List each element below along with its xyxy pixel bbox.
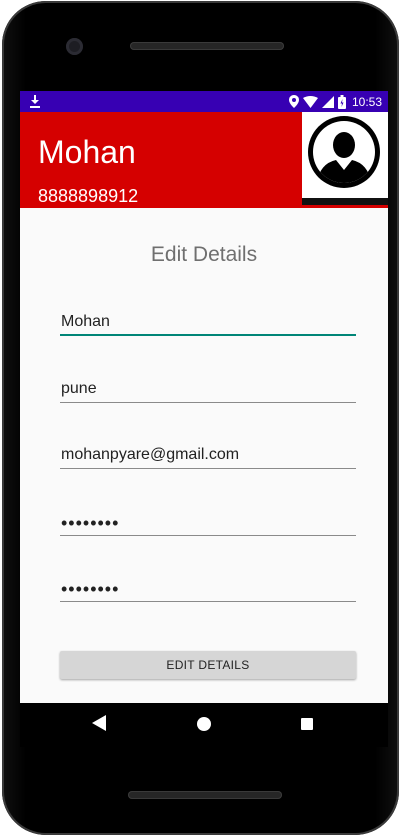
recent-apps-icon[interactable] bbox=[301, 718, 313, 730]
home-icon[interactable] bbox=[197, 717, 211, 731]
email-field-underline bbox=[60, 468, 356, 469]
front-camera bbox=[66, 38, 83, 55]
name-field[interactable]: Mohan bbox=[60, 310, 356, 336]
top-speaker bbox=[130, 42, 284, 50]
bottom-speaker bbox=[128, 791, 282, 799]
email-field-value: mohanpyare@gmail.com bbox=[61, 446, 240, 463]
form-title: Edit Details bbox=[150, 243, 258, 266]
password-field[interactable]: •••••••• bbox=[60, 510, 356, 536]
edit-details-button[interactable]: EDIT DETAILS bbox=[60, 651, 356, 679]
app-screen: 10:53 Mohan 8888898912 Edit Details Moha… bbox=[20, 91, 388, 738]
city-field-value: pune bbox=[61, 380, 97, 397]
email-field[interactable]: mohanpyare@gmail.com bbox=[60, 443, 356, 469]
avatar-caption-strip bbox=[302, 198, 388, 205]
location-icon bbox=[288, 95, 299, 108]
confirm-password-field-underline bbox=[60, 601, 356, 602]
person-silhouette-icon bbox=[308, 116, 380, 188]
city-field-underline bbox=[60, 402, 356, 403]
wifi-icon bbox=[302, 95, 318, 108]
status-time: 10:53 bbox=[351, 94, 382, 109]
profile-header: Mohan 8888898912 bbox=[20, 112, 388, 208]
password-field-value: •••••••• bbox=[61, 513, 120, 533]
navigation-bar bbox=[20, 703, 388, 747]
back-icon[interactable] bbox=[92, 715, 106, 731]
city-field[interactable]: pune bbox=[60, 377, 356, 403]
battery-icon bbox=[337, 94, 346, 109]
status-icons: 10:53 bbox=[288, 91, 382, 112]
status-bar: 10:53 bbox=[20, 91, 388, 112]
profile-phone: 8888898912 bbox=[38, 186, 139, 206]
signal-icon bbox=[321, 95, 334, 108]
password-field-underline bbox=[60, 535, 356, 536]
confirm-password-field-value: •••••••• bbox=[61, 579, 120, 599]
name-field-underline bbox=[60, 334, 356, 336]
download-icon bbox=[30, 95, 40, 108]
confirm-password-field[interactable]: •••••••• bbox=[60, 576, 356, 602]
name-field-value: Mohan bbox=[61, 313, 110, 330]
avatar[interactable] bbox=[302, 112, 388, 205]
profile-name: Mohan bbox=[38, 134, 136, 170]
